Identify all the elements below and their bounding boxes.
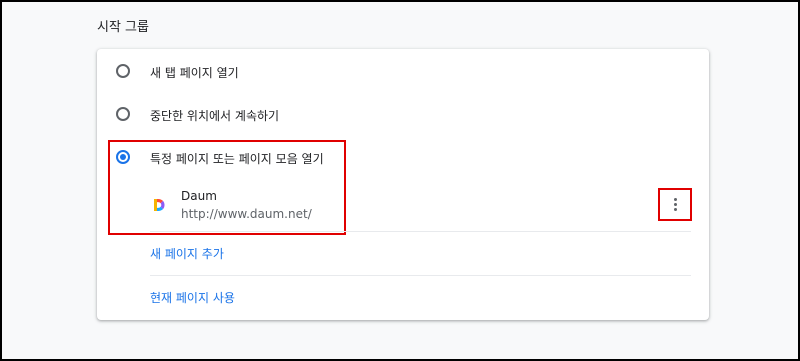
use-current-pages-link[interactable]: 현재 페이지 사용 [150,289,235,306]
daum-favicon-icon [154,199,165,211]
section-title: 시작 그룹 [97,20,149,35]
divider [150,231,691,232]
divider [150,275,691,276]
add-page-link[interactable]: 새 페이지 추가 [150,245,224,262]
radio-label: 중단한 위치에서 계속하기 [150,109,280,123]
radio-label: 새 탭 페이지 열기 [150,66,239,80]
page-url: http://www.daum.net/ [181,207,312,221]
startup-card: 새 탭 페이지 열기 중단한 위치에서 계속하기 특정 페이지 또는 페이지 모… [97,49,709,320]
settings-frame: 시작 그룹 새 탭 페이지 열기 중단한 위치에서 계속하기 특정 페이지 또는… [0,0,800,361]
radio-button[interactable] [116,107,130,121]
more-actions-button[interactable] [658,188,692,221]
radio-button[interactable] [116,64,130,78]
more-vert-icon [673,198,677,211]
page-name: Daum [181,189,217,203]
